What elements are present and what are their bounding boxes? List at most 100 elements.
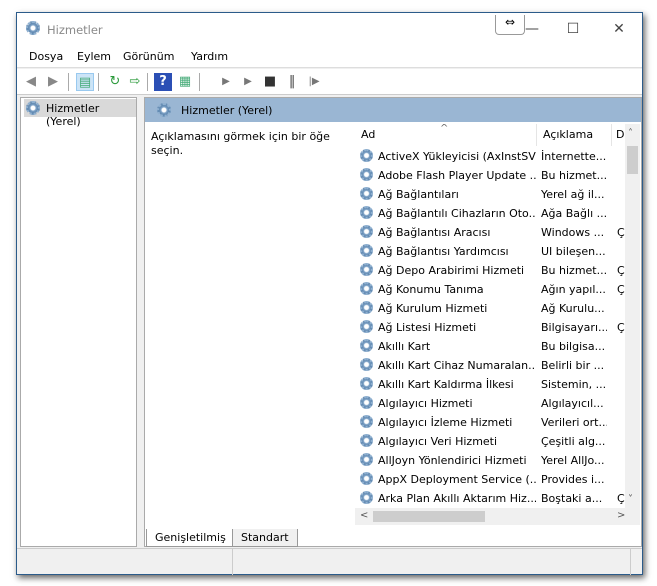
export-list-icon[interactable]: ⇨ [126, 73, 144, 91]
service-description: Ağ Kurulu... [541, 302, 605, 315]
service-description: Bilgisayarı... [541, 321, 607, 334]
service-name: Ağ Listesi Hizmeti [378, 321, 477, 334]
menu-bar: Dosya Eylem Görünüm Yardım [17, 46, 642, 68]
service-row[interactable]: Ağ Bağlantısı Yardımcısı UI bileşen... [355, 242, 625, 261]
service-gear-icon [360, 434, 373, 447]
service-name: ActiveX Yükleyicisi (AxInstSV) [378, 150, 536, 163]
tab-standard[interactable]: Standart [232, 529, 298, 547]
service-row[interactable]: Algılayıcı Veri Hizmeti Çeşitli alg... [355, 432, 625, 451]
menu-dosya[interactable]: Dosya [29, 50, 63, 63]
service-gear-icon [360, 282, 373, 295]
title-bar: Hizmetler ⇔ — ☐ ✕ [17, 13, 642, 46]
vertical-scrollbar[interactable]: ˄ ˅ [625, 124, 640, 508]
menu-eylem[interactable]: Eylem [77, 50, 111, 63]
service-row[interactable]: Ağ Bağlantılı Cihazların Oto... Ağa Bağlı… [355, 204, 625, 223]
service-row[interactable]: Ağ Kurulum Hizmeti Ağ Kurulu... [355, 299, 625, 318]
status-bar [17, 548, 642, 575]
service-gear-icon [360, 149, 373, 162]
tree-item-services-local[interactable]: Hizmetler (Yerel) [24, 99, 136, 128]
start-icon[interactable]: ▶ [217, 73, 235, 91]
service-gear-icon [360, 168, 373, 181]
service-description: İnternette... [541, 150, 607, 163]
menu-yardim[interactable]: Yardım [191, 50, 228, 63]
panel-title: Hizmetler (Yerel) [181, 104, 273, 117]
service-description: Bu hizmet... [541, 264, 607, 277]
service-name: Akıllı Kart Kaldırma İlkesi [378, 378, 514, 391]
service-row[interactable]: Akıllı Kart Cihaz Numaralan... Belirli bi… [355, 356, 625, 375]
service-description: Bu bilgisa... [541, 340, 606, 353]
service-gear-icon [360, 244, 373, 257]
column-header-status[interactable]: D [612, 124, 626, 146]
horizontal-scroll-thumb[interactable] [373, 511, 485, 522]
restart-icon[interactable]: |▶ [305, 73, 323, 91]
forward-icon[interactable]: ▶ [44, 73, 62, 91]
service-status: Ç [617, 492, 625, 505]
service-name: Algılayıcı İzleme Hizmeti [378, 416, 513, 429]
back-icon[interactable]: ◀ [22, 73, 40, 91]
service-description: Provides i... [541, 473, 605, 486]
maximize-button[interactable]: ☐ [558, 19, 588, 39]
service-row[interactable]: Ağ Bağlantıları Yerel ağ il... [355, 185, 625, 204]
scroll-right-icon[interactable]: > [617, 510, 625, 521]
vertical-scroll-thumb[interactable] [627, 146, 638, 174]
services-gear-icon [26, 21, 40, 35]
service-name: Akıllı Kart [378, 340, 431, 353]
details-pane: Hizmetler (Yerel) Açıklamasını görmek iç… [144, 97, 642, 547]
service-gear-icon [360, 206, 373, 219]
service-row[interactable]: AllJoyn Yönlendirici Hizmeti Yerel AllJo.… [355, 451, 625, 470]
view-tabs: Genişletilmiş Standart [144, 529, 642, 547]
service-name: Ağ Bağlantıları [378, 188, 459, 201]
service-row[interactable]: Ağ Listesi Hizmeti Bilgisayarı... Ç [355, 318, 625, 337]
refresh-icon[interactable]: ↻ [106, 73, 124, 91]
service-row[interactable]: Adobe Flash Player Update ... Bu hizmet..… [355, 166, 625, 185]
properties-icon[interactable]: ▦ [176, 73, 194, 91]
menu-gorunum[interactable]: Görünüm [123, 50, 174, 63]
service-row[interactable]: Arka Plan Akıllı Aktarım Hiz... Boştaki a… [355, 489, 625, 508]
service-name: Algılayıcı Veri Hizmeti [378, 435, 498, 448]
service-row[interactable]: Akıllı Kart Bu bilgisa... [355, 337, 625, 356]
service-status: Ç [617, 226, 625, 239]
service-description: Yerel AllJo... [541, 454, 605, 467]
window-title: Hizmetler [47, 23, 103, 37]
services-gear-icon [157, 103, 171, 117]
service-description: Ağın yapıl... [541, 283, 606, 296]
service-gear-icon [360, 187, 373, 200]
service-description: Algılayıcıl... [541, 397, 604, 410]
service-row[interactable]: Ağ Bağlantısı Aracısı Windows ... Ç [355, 223, 625, 242]
stop-icon[interactable]: ■ [261, 73, 279, 91]
service-row[interactable]: AppX Deployment Service (... Provides i..… [355, 470, 625, 489]
help-icon[interactable]: ? [154, 73, 172, 91]
service-row[interactable]: Ağ Konumu Tanıma Ağın yapıl... Ç [355, 280, 625, 299]
scroll-up-icon[interactable]: ˄ [628, 128, 633, 139]
close-button[interactable]: ✕ [604, 19, 634, 39]
services-list: ^ Ad Açıklama D ActiveX Yükleyicisi (AxIn… [355, 124, 640, 528]
column-header-name[interactable]: ^ Ad [355, 124, 537, 146]
service-row[interactable]: Akıllı Kart Kaldırma İlkesi Sistemin, ... [355, 375, 625, 394]
service-name: Ağ Konumu Tanıma [378, 283, 484, 296]
service-description: UI bileşen... [541, 245, 606, 258]
show-hide-tree-icon[interactable]: ▤ [76, 73, 94, 91]
service-gear-icon [360, 301, 373, 314]
scroll-left-icon[interactable]: < [360, 510, 368, 521]
service-gear-icon [360, 415, 373, 428]
service-row[interactable]: ActiveX Yükleyicisi (AxInstSV) İnternette… [355, 147, 625, 166]
start-paused-icon[interactable]: ▶ [239, 73, 257, 91]
service-description: Bu hizmet... [541, 169, 607, 182]
scroll-down-icon[interactable]: ˅ [628, 494, 633, 505]
service-gear-icon [360, 339, 373, 352]
service-row[interactable]: Algılayıcı Hizmeti Algılayıcıl... [355, 394, 625, 413]
service-gear-icon [360, 453, 373, 466]
minimize-button[interactable]: — [517, 19, 547, 39]
horizontal-scrollbar[interactable]: < > [355, 508, 640, 525]
service-row[interactable]: Algılayıcı İzleme Hizmeti Verileri ort... [355, 413, 625, 432]
column-header-description[interactable]: Açıklama [537, 124, 612, 146]
service-gear-icon [360, 472, 373, 485]
services-gear-icon [26, 101, 40, 115]
service-row[interactable]: Ağ Depo Arabirimi Hizmeti Bu hizmet... Ç [355, 261, 625, 280]
pause-icon[interactable]: ‖ [283, 73, 301, 91]
tab-extended[interactable]: Genişletilmiş [146, 529, 235, 547]
tree-pane: Hizmetler (Yerel) [20, 97, 137, 547]
toolbar: ◀ ▶ ▤ ↻ ⇨ ? ▦ ▶ ▶ ■ ‖ |▶ [17, 69, 642, 95]
service-description: Yerel ağ il... [541, 188, 605, 201]
description-text: Açıklamasını görmek için bir öğe seçin. [151, 130, 330, 157]
